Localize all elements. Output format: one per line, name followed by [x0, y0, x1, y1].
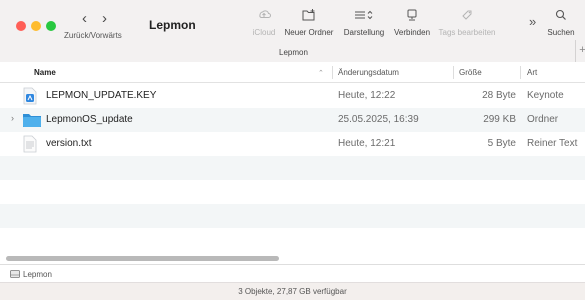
empty-row — [0, 228, 585, 252]
zoom-window-button[interactable] — [46, 21, 56, 31]
file-row[interactable]: version.txt Heute, 12:21 5 Byte Reiner T… — [0, 132, 585, 156]
file-date: Heute, 12:21 — [338, 138, 396, 149]
edit-tags-button[interactable]: Tags bearbeiten — [438, 8, 496, 37]
empty-row — [0, 156, 585, 180]
empty-row — [0, 204, 585, 228]
file-name: version.txt — [46, 138, 92, 149]
list-view-icon — [355, 10, 373, 20]
icloud-share-icon — [259, 10, 271, 18]
keynote-file-icon — [22, 87, 38, 108]
sort-indicator-icon: ⌃ — [318, 70, 324, 77]
minimize-window-button[interactable] — [31, 21, 41, 31]
view-options-button[interactable]: Darstellung — [339, 8, 389, 37]
drive-icon — [10, 269, 20, 281]
file-name: LEPMON_UPDATE.KEY — [46, 90, 157, 101]
connect-button[interactable]: Verbinden — [390, 8, 434, 37]
file-row[interactable]: › LepmonOS_update 25.05.2025, 16:39 299 … — [0, 108, 585, 132]
file-row[interactable]: LEPMON_UPDATE.KEY Heute, 12:22 28 Byte K… — [0, 84, 585, 108]
search-label: Suchen — [547, 28, 575, 37]
file-size: 5 Byte — [487, 138, 516, 149]
new-folder-icon — [302, 9, 315, 21]
search-icon — [555, 9, 566, 20]
window-title: Lepmon — [149, 18, 196, 32]
column-divider[interactable] — [520, 66, 521, 79]
disclosure-triangle-icon[interactable]: › — [11, 113, 14, 123]
edit-tags-label: Tags bearbeiten — [438, 28, 496, 37]
icloud-button[interactable]: iCloud — [249, 8, 279, 37]
folder-icon — [22, 111, 42, 132]
connect-label: Verbinden — [393, 28, 431, 37]
column-name[interactable]: Name — [34, 68, 56, 77]
path-bar-item[interactable]: Lepmon — [23, 270, 52, 279]
text-file-icon — [22, 135, 38, 156]
file-kind: Keynote — [527, 90, 564, 101]
column-divider[interactable] — [453, 66, 454, 79]
toolbar: ‹ › Zurück/Vorwärts Lepmon iCloud Neuer … — [0, 0, 585, 62]
column-kind[interactable]: Art — [527, 68, 537, 77]
column-date-modified[interactable]: Änderungsdatum — [338, 68, 399, 77]
file-kind: Reiner Text — [527, 138, 578, 149]
add-tab-button[interactable]: + — [575, 40, 585, 62]
column-header: Name ⌃ Änderungsdatum Größe Art — [0, 62, 585, 83]
file-date: Heute, 12:22 — [338, 90, 396, 101]
new-folder-label: Neuer Ordner — [284, 28, 334, 37]
nav-label: Zurück/Vorwärts — [64, 31, 122, 40]
file-size: 28 Byte — [482, 90, 516, 101]
tag-icon — [462, 10, 472, 20]
search-button[interactable]: Suchen — [544, 8, 578, 37]
file-list: LEPMON_UPDATE.KEY Heute, 12:22 28 Byte K… — [0, 84, 585, 252]
column-size[interactable]: Größe — [459, 68, 482, 77]
connect-server-icon — [407, 9, 417, 21]
close-window-button[interactable] — [16, 21, 26, 31]
chevron-left-icon[interactable]: ‹ — [82, 10, 87, 27]
status-bar: 3 Objekte, 27,87 GB verfügbar — [0, 282, 585, 300]
empty-row — [0, 180, 585, 204]
icloud-label: iCloud — [252, 28, 276, 37]
file-date: 25.05.2025, 16:39 — [338, 114, 419, 125]
file-kind: Ordner — [527, 114, 559, 125]
path-title: Lepmon — [279, 48, 308, 57]
horizontal-scrollbar[interactable] — [0, 254, 585, 263]
toolbar-overflow-icon[interactable]: » — [529, 14, 536, 29]
file-size: 299 KB — [483, 114, 516, 125]
file-name: LepmonOS_update — [46, 114, 133, 125]
scrollbar-thumb[interactable] — [6, 256, 279, 261]
chevron-right-icon[interactable]: › — [102, 10, 107, 27]
new-folder-button[interactable]: Neuer Ordner — [283, 8, 335, 37]
view-options-label: Darstellung — [343, 28, 385, 37]
path-bar: Lepmon — [0, 264, 585, 282]
column-divider[interactable] — [332, 66, 333, 79]
